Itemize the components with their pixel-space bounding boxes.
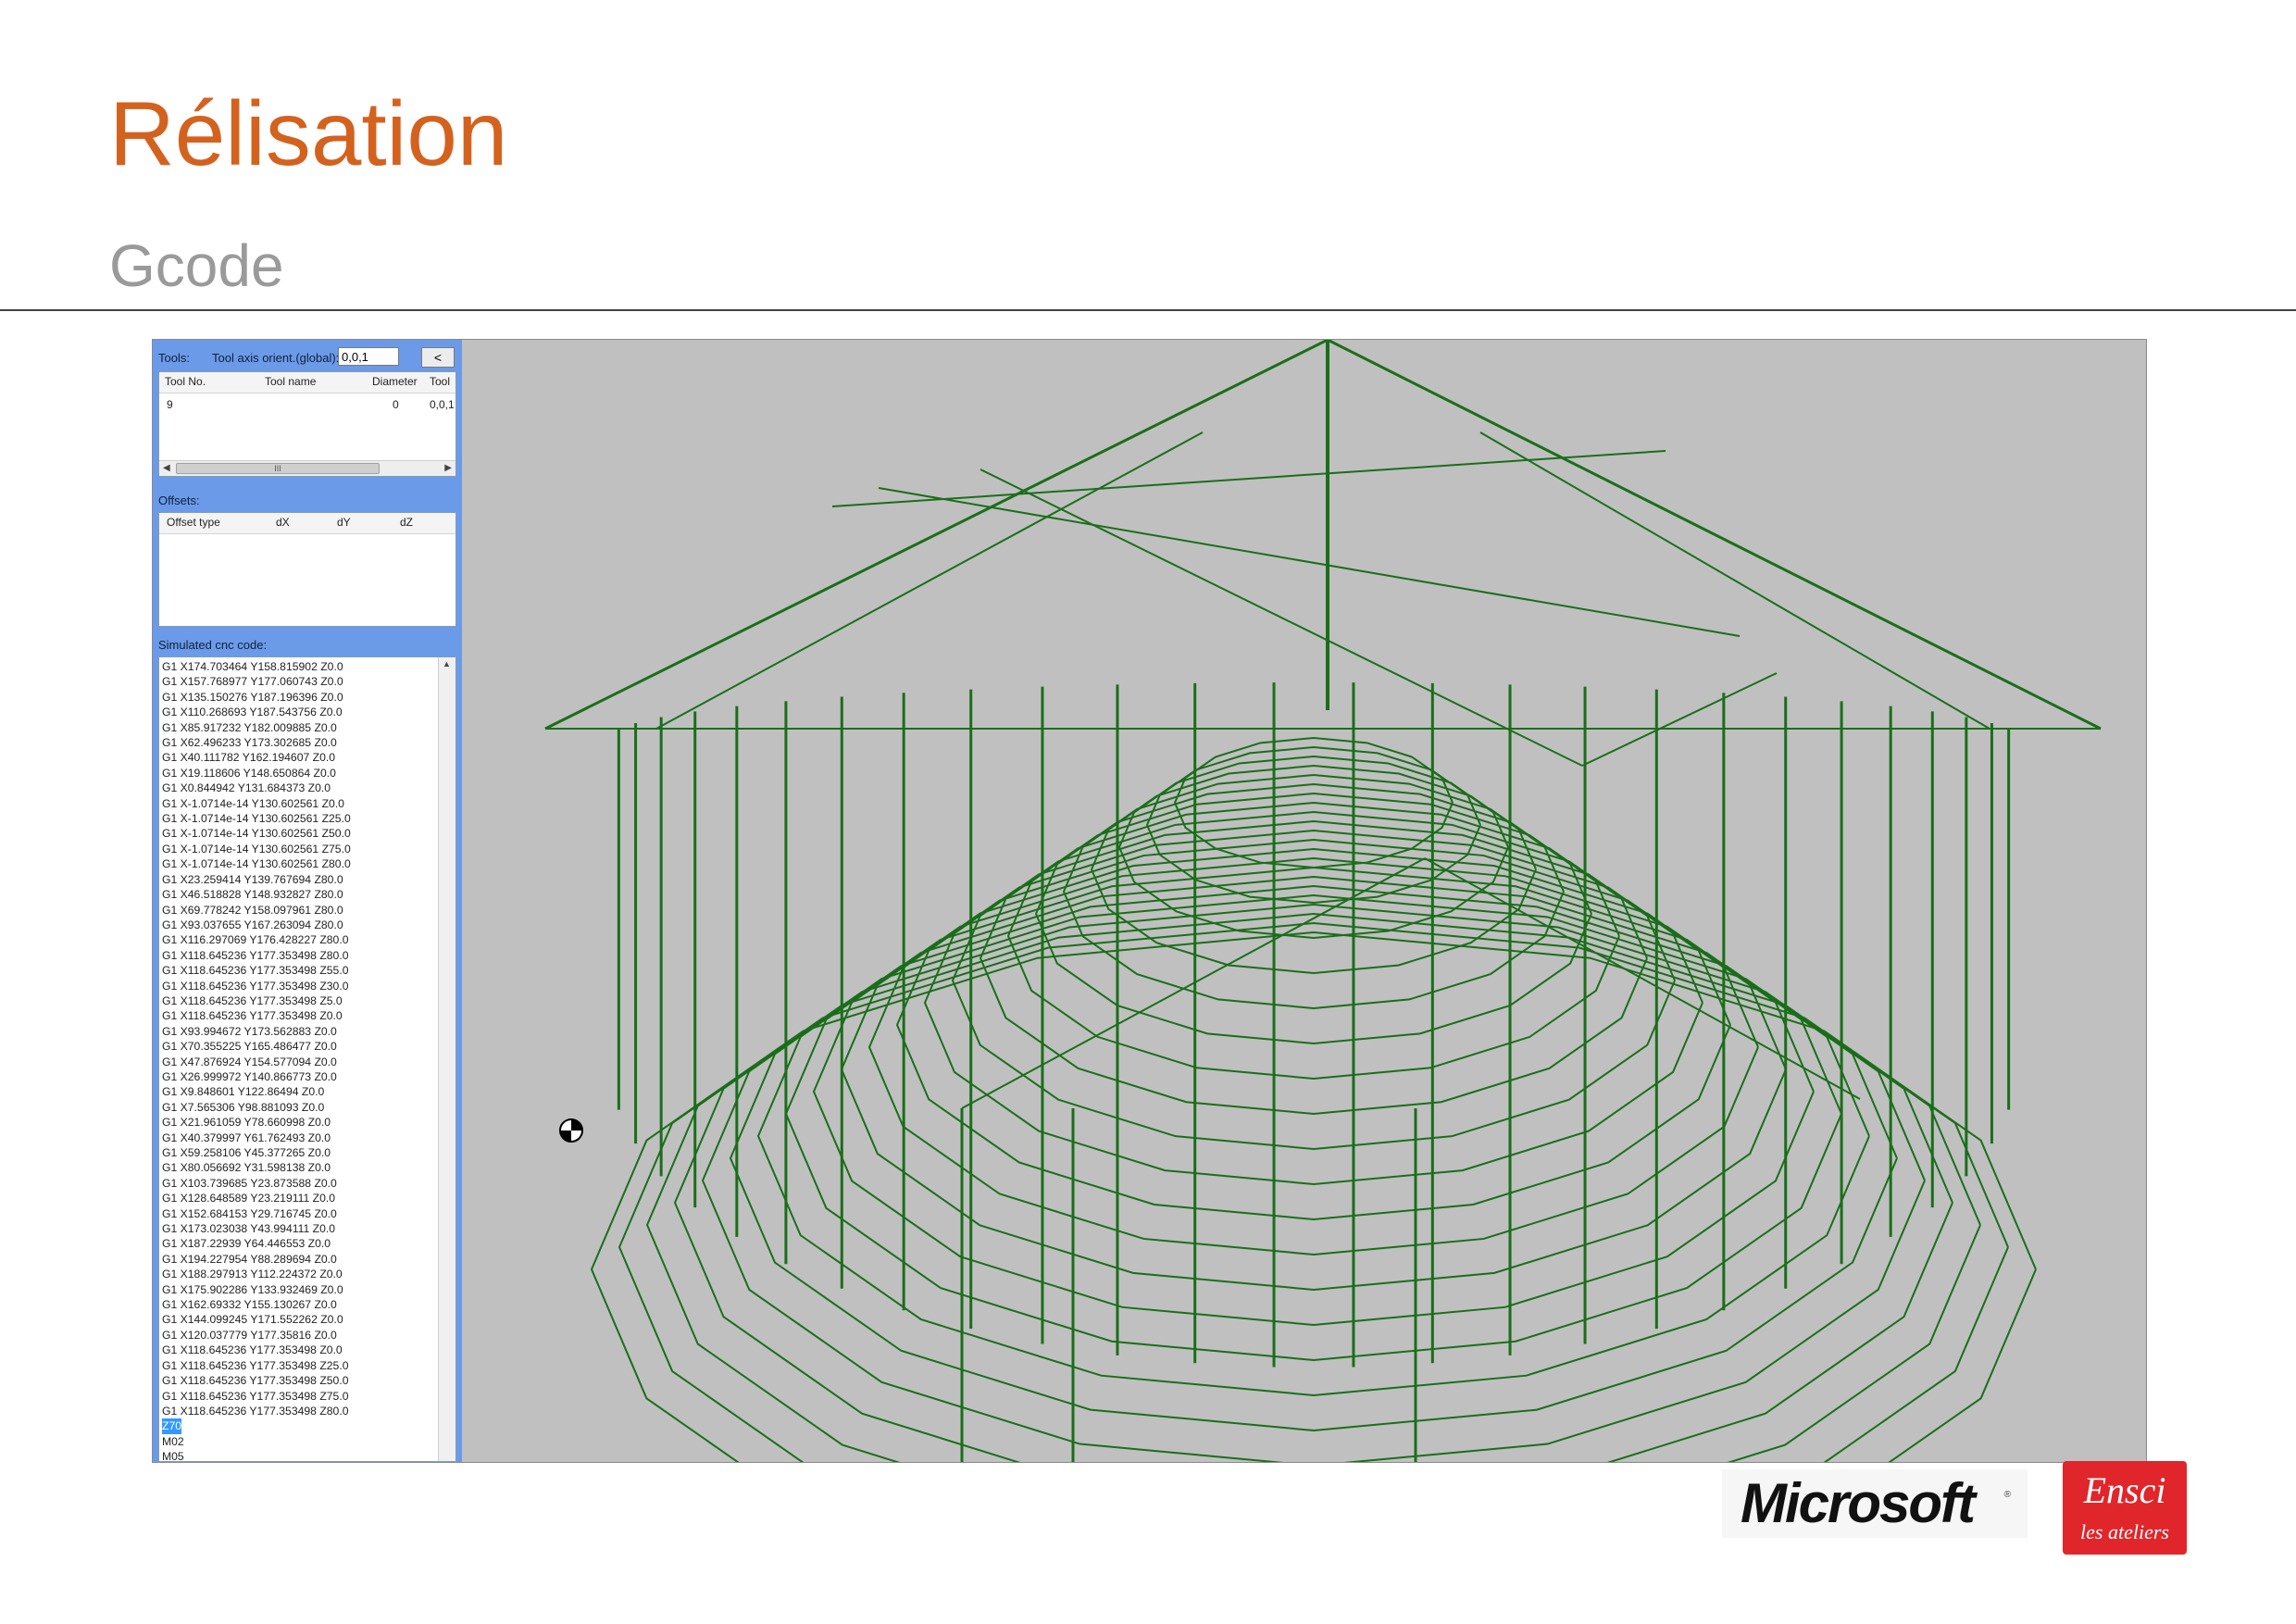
code-line[interactable]: G1 X19.118606 Y148.650864 Z0.0	[162, 766, 351, 781]
tool-axis-input[interactable]: 0,0,1	[338, 347, 399, 366]
registered-mark: ®	[2003, 1490, 2011, 1500]
code-line[interactable]: G1 X120.037779 Y177.35816 Z0.0	[162, 1328, 351, 1343]
code-line[interactable]: G1 X118.645236 Y177.353498 Z0.0	[162, 1343, 351, 1357]
cell-diameter: 0	[393, 398, 399, 411]
col-tool-name[interactable]: Tool name	[265, 375, 316, 388]
code-line[interactable]: G1 X-1.0714e-14 Y130.602561 Z0.0	[162, 796, 351, 811]
code-line[interactable]: G1 X93.994672 Y173.562883 Z0.0	[162, 1024, 351, 1039]
offsets-table[interactable]: Offset type dX dY dZ	[158, 512, 456, 627]
code-line[interactable]: G1 X188.297913 Y112.224372 Z0.0	[162, 1267, 351, 1281]
scroll-thumb[interactable]: III	[176, 463, 380, 474]
code-line[interactable]: G1 X118.645236 Y177.353498 Z0.0	[162, 1008, 351, 1023]
code-line[interactable]: G1 X118.645236 Y177.353498 Z55.0	[162, 963, 351, 978]
code-line[interactable]: Z70	[162, 1418, 182, 1434]
code-line[interactable]: G1 X70.355225 Y165.486477 Z0.0	[162, 1039, 351, 1054]
title-divider	[0, 309, 2296, 311]
horizontal-scrollbar[interactable]: ◀ III ▶	[159, 460, 455, 476]
origin-marker-icon	[559, 1118, 583, 1143]
microsoft-logo: Microsoft ®	[1722, 1469, 2028, 1538]
code-line[interactable]: G1 X26.999972 Y140.866773 Z0.0	[162, 1069, 351, 1084]
cell-tool: 0,0,1	[430, 398, 455, 411]
cell-tool-no: 9	[167, 398, 173, 411]
code-line[interactable]: G1 X175.902286 Y133.932469 Z0.0	[162, 1282, 351, 1297]
code-line[interactable]: G1 X187.22939 Y64.446553 Z0.0	[162, 1236, 351, 1251]
code-line[interactable]: G1 X144.099245 Y171.552262 Z0.0	[162, 1312, 351, 1327]
col-tool[interactable]: Tool	[430, 375, 450, 388]
code-line[interactable]: G1 X162.69332 Y155.130267 Z0.0	[162, 1297, 351, 1312]
code-line[interactable]: G1 X173.023038 Y43.994111 Z0.0	[162, 1221, 351, 1236]
code-line[interactable]: G1 X21.961059 Y78.660998 Z0.0	[162, 1115, 351, 1130]
code-line[interactable]: G1 X69.778242 Y158.097961 Z80.0	[162, 903, 351, 918]
code-line[interactable]: G1 X23.259414 Y139.767694 Z80.0	[162, 872, 351, 887]
ensci-logo: Ensci les ateliers	[2063, 1461, 2187, 1555]
code-label: Simulated cnc code:	[158, 638, 268, 652]
collapse-button[interactable]: <	[421, 347, 455, 368]
code-line[interactable]: G1 X118.645236 Y177.353498 Z80.0	[162, 1404, 351, 1418]
code-line[interactable]: G1 X118.645236 Y177.353498 Z25.0	[162, 1358, 351, 1373]
code-line[interactable]: G1 X116.297069 Y176.428227 Z80.0	[162, 932, 351, 947]
code-line[interactable]: G1 X93.037655 Y167.263094 Z80.0	[162, 918, 351, 932]
tool-axis-label: Tool axis orient.(global):	[212, 351, 340, 365]
code-line[interactable]: G1 X118.645236 Y177.353498 Z50.0	[162, 1373, 351, 1388]
code-line[interactable]: G1 X0.844942 Y131.684373 Z0.0	[162, 781, 351, 795]
tools-table[interactable]: Tool No. Tool name Diameter Tool 9 0 0,0…	[158, 371, 456, 477]
code-line[interactable]: G1 X152.684153 Y29.716745 Z0.0	[162, 1206, 351, 1221]
code-line[interactable]: G1 X85.917232 Y182.009885 Z0.0	[162, 720, 351, 735]
code-line[interactable]: G1 X118.645236 Y177.353498 Z5.0	[162, 993, 351, 1008]
offsets-table-header: Offset type dX dY dZ	[159, 513, 455, 534]
col-dx[interactable]: dX	[276, 516, 290, 529]
cnc-code-list[interactable]: G1 X174.703464 Y158.815902 Z0.0 G1 X157.7…	[158, 656, 456, 1462]
code-line[interactable]: G1 X-1.0714e-14 Y130.602561 Z25.0	[162, 811, 351, 826]
code-line[interactable]: G1 X174.703464 Y158.815902 Z0.0	[162, 659, 351, 674]
code-line[interactable]: M02	[162, 1434, 351, 1449]
scroll-right-icon[interactable]: ▶	[444, 461, 452, 476]
slide-subtitle: Gcode	[109, 232, 284, 299]
code-line[interactable]: G1 X59.258106 Y45.377265 Z0.0	[162, 1145, 351, 1160]
scroll-up-icon[interactable]: ▲	[443, 659, 451, 668]
code-line[interactable]: G1 X40.379997 Y61.762493 Z0.0	[162, 1131, 351, 1145]
code-line[interactable]: G1 X80.056692 Y31.598138 Z0.0	[162, 1160, 351, 1175]
code-line[interactable]: G1 X47.876924 Y154.577094 Z0.0	[162, 1055, 351, 1069]
col-dy[interactable]: dY	[337, 516, 351, 529]
offsets-label: Offsets:	[158, 493, 200, 507]
code-line[interactable]: G1 X-1.0714e-14 Y130.602561 Z75.0	[162, 842, 351, 856]
col-tool-no[interactable]: Tool No.	[165, 375, 206, 388]
code-line[interactable]: G1 X46.518828 Y148.932827 Z80.0	[162, 887, 351, 902]
code-line[interactable]: G1 X128.648589 Y23.219111 Z0.0	[162, 1191, 351, 1206]
code-line[interactable]: G1 X118.645236 Y177.353498 Z75.0	[162, 1389, 351, 1404]
left-panel: Tools: Tool axis orient.(global): 0,0,1 …	[153, 340, 462, 1462]
tools-label: Tools:	[158, 351, 190, 365]
code-line[interactable]: G1 X40.111782 Y162.194607 Z0.0	[162, 750, 351, 765]
code-line[interactable]: G1 X103.739685 Y23.873588 Z0.0	[162, 1176, 351, 1191]
code-line[interactable]: G1 X194.227954 Y88.289694 Z0.0	[162, 1252, 351, 1267]
code-line[interactable]: G1 X-1.0714e-14 Y130.602561 Z80.0	[162, 856, 351, 871]
col-offset-type[interactable]: Offset type	[167, 516, 220, 529]
ensci-logo-text: Ensci	[2083, 1469, 2166, 1511]
col-dz[interactable]: dZ	[400, 516, 413, 529]
tools-table-header: Tool No. Tool name Diameter Tool	[159, 372, 455, 394]
code-line[interactable]: G1 X62.496233 Y173.302685 Z0.0	[162, 735, 351, 750]
code-line[interactable]: G1 X9.848601 Y122.86494 Z0.0	[162, 1084, 351, 1099]
code-line[interactable]: G1 X118.645236 Y177.353498 Z80.0	[162, 948, 351, 963]
code-line[interactable]: M05	[162, 1449, 351, 1461]
slide-title: Rélisation	[109, 82, 508, 184]
ensci-logo-subtext: les ateliers	[2080, 1520, 2169, 1543]
code-lines: G1 X174.703464 Y158.815902 Z0.0 G1 X157.7…	[162, 659, 351, 1461]
code-line[interactable]: G1 X118.645236 Y177.353498 Z30.0	[162, 979, 351, 993]
scroll-left-icon[interactable]: ◀	[163, 461, 170, 476]
toolpath-viewport[interactable]	[462, 340, 2146, 1462]
code-line[interactable]: G1 X7.565306 Y98.881093 Z0.0	[162, 1100, 351, 1115]
col-diameter[interactable]: Diameter	[372, 375, 418, 388]
cnc-simulator-window: Tools: Tool axis orient.(global): 0,0,1 …	[152, 339, 2147, 1463]
code-line[interactable]: G1 X135.150276 Y187.196396 Z0.0	[162, 690, 351, 705]
code-line[interactable]: G1 X-1.0714e-14 Y130.602561 Z50.0	[162, 826, 351, 841]
code-line[interactable]: G1 X157.768977 Y177.060743 Z0.0	[162, 674, 351, 689]
microsoft-logo-text: Microsoft	[1741, 1472, 1976, 1534]
vertical-scrollbar[interactable]: ▲	[438, 657, 455, 1461]
code-line[interactable]: G1 X110.268693 Y187.543756 Z0.0	[162, 705, 351, 719]
toolpath-drawing	[544, 340, 2102, 1462]
